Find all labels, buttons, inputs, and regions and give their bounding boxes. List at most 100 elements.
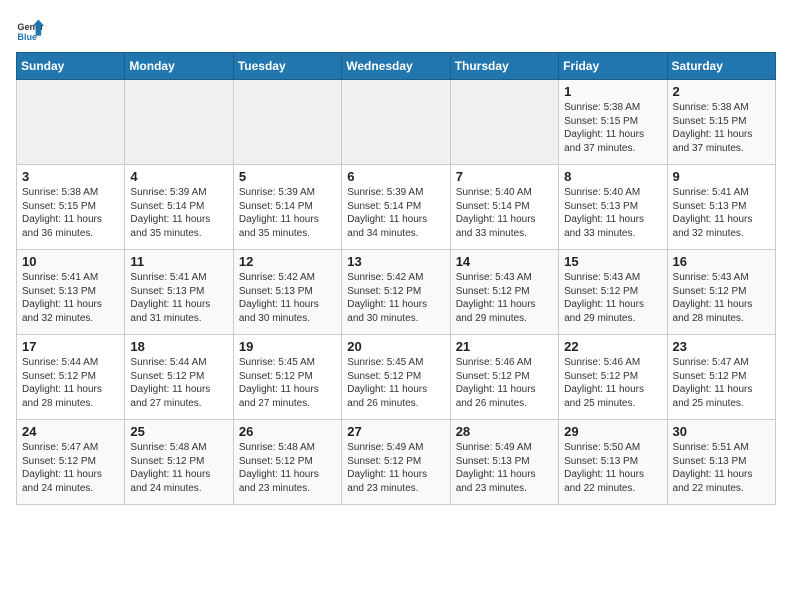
day-number: 14 — [456, 254, 553, 269]
day-number: 15 — [564, 254, 661, 269]
calendar-cell: 13 Sunrise: 5:42 AMSunset: 5:12 PMDaylig… — [342, 250, 450, 335]
calendar-cell — [17, 80, 125, 165]
day-number: 3 — [22, 169, 119, 184]
cell-info: Sunrise: 5:44 AMSunset: 5:12 PMDaylight:… — [22, 357, 102, 409]
day-number: 23 — [673, 339, 770, 354]
calendar-cell: 19 Sunrise: 5:45 AMSunset: 5:12 PMDaylig… — [233, 335, 341, 420]
cell-info: Sunrise: 5:38 AMSunset: 5:15 PMDaylight:… — [564, 102, 644, 154]
cell-info: Sunrise: 5:40 AMSunset: 5:13 PMDaylight:… — [564, 187, 644, 239]
calendar-cell: 11 Sunrise: 5:41 AMSunset: 5:13 PMDaylig… — [125, 250, 233, 335]
day-number: 1 — [564, 84, 661, 99]
calendar-cell: 23 Sunrise: 5:47 AMSunset: 5:12 PMDaylig… — [667, 335, 775, 420]
week-row-4: 17 Sunrise: 5:44 AMSunset: 5:12 PMDaylig… — [17, 335, 776, 420]
calendar-cell: 30 Sunrise: 5:51 AMSunset: 5:13 PMDaylig… — [667, 420, 775, 505]
cell-info: Sunrise: 5:47 AMSunset: 5:12 PMDaylight:… — [673, 357, 753, 409]
header: General Blue — [16, 16, 776, 44]
day-number: 7 — [456, 169, 553, 184]
weekday-header-saturday: Saturday — [667, 53, 775, 80]
logo-icon: General Blue — [16, 16, 44, 44]
calendar-cell — [125, 80, 233, 165]
cell-info: Sunrise: 5:46 AMSunset: 5:12 PMDaylight:… — [564, 357, 644, 409]
day-number: 25 — [130, 424, 227, 439]
day-number: 20 — [347, 339, 444, 354]
day-number: 27 — [347, 424, 444, 439]
cell-info: Sunrise: 5:45 AMSunset: 5:12 PMDaylight:… — [239, 357, 319, 409]
header-row: SundayMondayTuesdayWednesdayThursdayFrid… — [17, 53, 776, 80]
cell-info: Sunrise: 5:45 AMSunset: 5:12 PMDaylight:… — [347, 357, 427, 409]
calendar-cell: 26 Sunrise: 5:48 AMSunset: 5:12 PMDaylig… — [233, 420, 341, 505]
calendar-cell — [342, 80, 450, 165]
day-number: 12 — [239, 254, 336, 269]
calendar-cell: 28 Sunrise: 5:49 AMSunset: 5:13 PMDaylig… — [450, 420, 558, 505]
day-number: 19 — [239, 339, 336, 354]
calendar-cell: 17 Sunrise: 5:44 AMSunset: 5:12 PMDaylig… — [17, 335, 125, 420]
cell-info: Sunrise: 5:40 AMSunset: 5:14 PMDaylight:… — [456, 187, 536, 239]
cell-info: Sunrise: 5:46 AMSunset: 5:12 PMDaylight:… — [456, 357, 536, 409]
day-number: 21 — [456, 339, 553, 354]
day-number: 5 — [239, 169, 336, 184]
calendar-cell: 14 Sunrise: 5:43 AMSunset: 5:12 PMDaylig… — [450, 250, 558, 335]
cell-info: Sunrise: 5:41 AMSunset: 5:13 PMDaylight:… — [130, 272, 210, 324]
week-row-3: 10 Sunrise: 5:41 AMSunset: 5:13 PMDaylig… — [17, 250, 776, 335]
weekday-header-monday: Monday — [125, 53, 233, 80]
cell-info: Sunrise: 5:39 AMSunset: 5:14 PMDaylight:… — [130, 187, 210, 239]
calendar-cell — [450, 80, 558, 165]
cell-info: Sunrise: 5:43 AMSunset: 5:12 PMDaylight:… — [456, 272, 536, 324]
svg-text:Blue: Blue — [17, 32, 37, 42]
calendar-cell: 4 Sunrise: 5:39 AMSunset: 5:14 PMDayligh… — [125, 165, 233, 250]
logo: General Blue — [16, 16, 48, 44]
calendar-cell: 29 Sunrise: 5:50 AMSunset: 5:13 PMDaylig… — [559, 420, 667, 505]
cell-info: Sunrise: 5:42 AMSunset: 5:13 PMDaylight:… — [239, 272, 319, 324]
day-number: 28 — [456, 424, 553, 439]
calendar-cell: 22 Sunrise: 5:46 AMSunset: 5:12 PMDaylig… — [559, 335, 667, 420]
day-number: 10 — [22, 254, 119, 269]
calendar-cell: 25 Sunrise: 5:48 AMSunset: 5:12 PMDaylig… — [125, 420, 233, 505]
cell-info: Sunrise: 5:38 AMSunset: 5:15 PMDaylight:… — [673, 102, 753, 154]
cell-info: Sunrise: 5:47 AMSunset: 5:12 PMDaylight:… — [22, 442, 102, 494]
calendar-cell — [233, 80, 341, 165]
calendar-cell: 5 Sunrise: 5:39 AMSunset: 5:14 PMDayligh… — [233, 165, 341, 250]
calendar-cell: 15 Sunrise: 5:43 AMSunset: 5:12 PMDaylig… — [559, 250, 667, 335]
cell-info: Sunrise: 5:50 AMSunset: 5:13 PMDaylight:… — [564, 442, 644, 494]
calendar-cell: 3 Sunrise: 5:38 AMSunset: 5:15 PMDayligh… — [17, 165, 125, 250]
week-row-2: 3 Sunrise: 5:38 AMSunset: 5:15 PMDayligh… — [17, 165, 776, 250]
day-number: 13 — [347, 254, 444, 269]
day-number: 17 — [22, 339, 119, 354]
weekday-header-friday: Friday — [559, 53, 667, 80]
cell-info: Sunrise: 5:48 AMSunset: 5:12 PMDaylight:… — [239, 442, 319, 494]
calendar-cell: 9 Sunrise: 5:41 AMSunset: 5:13 PMDayligh… — [667, 165, 775, 250]
calendar-cell: 10 Sunrise: 5:41 AMSunset: 5:13 PMDaylig… — [17, 250, 125, 335]
day-number: 18 — [130, 339, 227, 354]
calendar-cell: 20 Sunrise: 5:45 AMSunset: 5:12 PMDaylig… — [342, 335, 450, 420]
day-number: 24 — [22, 424, 119, 439]
weekday-header-wednesday: Wednesday — [342, 53, 450, 80]
calendar-cell: 16 Sunrise: 5:43 AMSunset: 5:12 PMDaylig… — [667, 250, 775, 335]
calendar-cell: 27 Sunrise: 5:49 AMSunset: 5:12 PMDaylig… — [342, 420, 450, 505]
calendar-cell: 24 Sunrise: 5:47 AMSunset: 5:12 PMDaylig… — [17, 420, 125, 505]
calendar-cell: 7 Sunrise: 5:40 AMSunset: 5:14 PMDayligh… — [450, 165, 558, 250]
cell-info: Sunrise: 5:42 AMSunset: 5:12 PMDaylight:… — [347, 272, 427, 324]
calendar-cell: 8 Sunrise: 5:40 AMSunset: 5:13 PMDayligh… — [559, 165, 667, 250]
weekday-header-sunday: Sunday — [17, 53, 125, 80]
weekday-header-thursday: Thursday — [450, 53, 558, 80]
cell-info: Sunrise: 5:41 AMSunset: 5:13 PMDaylight:… — [673, 187, 753, 239]
cell-info: Sunrise: 5:43 AMSunset: 5:12 PMDaylight:… — [564, 272, 644, 324]
week-row-5: 24 Sunrise: 5:47 AMSunset: 5:12 PMDaylig… — [17, 420, 776, 505]
weekday-header-tuesday: Tuesday — [233, 53, 341, 80]
cell-info: Sunrise: 5:41 AMSunset: 5:13 PMDaylight:… — [22, 272, 102, 324]
week-row-1: 1 Sunrise: 5:38 AMSunset: 5:15 PMDayligh… — [17, 80, 776, 165]
calendar-cell: 2 Sunrise: 5:38 AMSunset: 5:15 PMDayligh… — [667, 80, 775, 165]
calendar-table: SundayMondayTuesdayWednesdayThursdayFrid… — [16, 52, 776, 505]
day-number: 26 — [239, 424, 336, 439]
calendar-cell: 1 Sunrise: 5:38 AMSunset: 5:15 PMDayligh… — [559, 80, 667, 165]
cell-info: Sunrise: 5:49 AMSunset: 5:13 PMDaylight:… — [456, 442, 536, 494]
day-number: 9 — [673, 169, 770, 184]
day-number: 11 — [130, 254, 227, 269]
cell-info: Sunrise: 5:49 AMSunset: 5:12 PMDaylight:… — [347, 442, 427, 494]
day-number: 30 — [673, 424, 770, 439]
day-number: 8 — [564, 169, 661, 184]
day-number: 22 — [564, 339, 661, 354]
cell-info: Sunrise: 5:43 AMSunset: 5:12 PMDaylight:… — [673, 272, 753, 324]
day-number: 29 — [564, 424, 661, 439]
cell-info: Sunrise: 5:38 AMSunset: 5:15 PMDaylight:… — [22, 187, 102, 239]
